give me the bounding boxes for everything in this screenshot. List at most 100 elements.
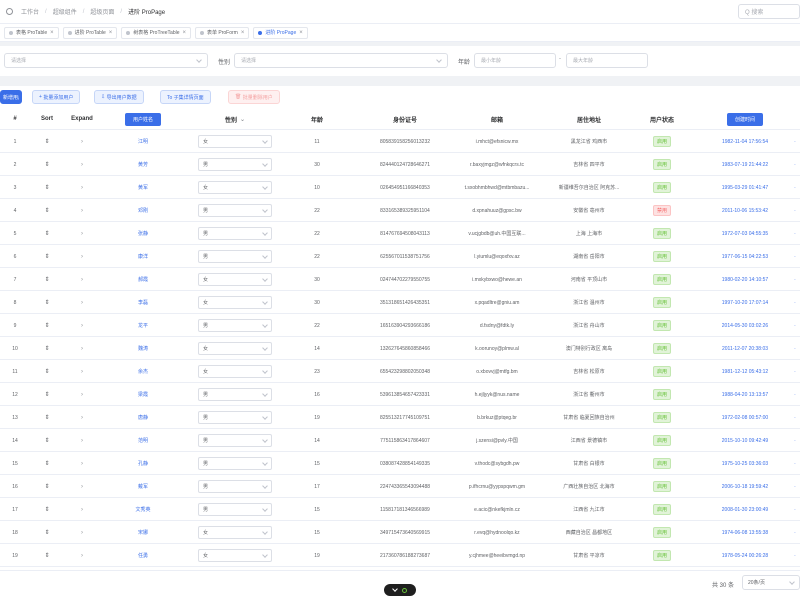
- cell-gender[interactable]: 男: [190, 383, 280, 406]
- expand-icon[interactable]: ›: [64, 337, 100, 360]
- gender-select[interactable]: 男: [198, 480, 272, 493]
- cell-gender[interactable]: 男: [190, 475, 280, 498]
- cell-username[interactable]: 郝霞: [118, 268, 168, 291]
- close-icon[interactable]: ×: [50, 30, 54, 36]
- cell-gender[interactable]: 男: [190, 498, 280, 521]
- cell-username[interactable]: 李磊: [118, 291, 168, 314]
- cell-username[interactable]: 任勇: [118, 544, 168, 567]
- batch-delete-button[interactable]: 🗑 批量删除用户: [228, 90, 280, 104]
- cell-username[interactable]: 康洋: [118, 245, 168, 268]
- gender-select[interactable]: 女: [198, 342, 272, 355]
- header-created-button[interactable]: 创建时间: [726, 112, 763, 126]
- breadcrumb-item[interactable]: 工作台: [21, 7, 39, 16]
- filter-select-1[interactable]: 请选择: [4, 53, 208, 68]
- cell-gender[interactable]: 女: [190, 268, 280, 291]
- cell-gender[interactable]: 女: [190, 521, 280, 544]
- cell-username[interactable]: 孔静: [118, 452, 168, 475]
- breadcrumb-item[interactable]: 超级页面: [90, 7, 114, 16]
- drag-handle-icon[interactable]: ⇕: [32, 406, 62, 429]
- global-search-input[interactable]: Q 搜索: [738, 4, 800, 19]
- cell-username[interactable]: 唐静: [118, 406, 168, 429]
- cell-gender[interactable]: 男: [190, 199, 280, 222]
- expand-icon[interactable]: ›: [64, 153, 100, 176]
- row-action-link[interactable]: ·: [790, 337, 800, 360]
- batch-add-users-button[interactable]: + 批量添加用户: [32, 90, 81, 104]
- gender-select[interactable]: 女: [198, 549, 272, 562]
- header-username[interactable]: 用户姓名: [118, 108, 168, 130]
- expand-icon[interactable]: ›: [64, 406, 100, 429]
- row-action-link[interactable]: ·: [790, 521, 800, 544]
- row-action-link[interactable]: ·: [790, 130, 800, 153]
- gender-select[interactable]: 男: [198, 503, 272, 516]
- drag-handle-icon[interactable]: ⇕: [32, 314, 62, 337]
- drag-handle-icon[interactable]: ⇕: [32, 383, 62, 406]
- row-action-link[interactable]: ·: [790, 199, 800, 222]
- gender-select[interactable]: 女: [198, 181, 272, 194]
- expand-icon[interactable]: ›: [64, 176, 100, 199]
- cell-gender[interactable]: 男: [190, 314, 280, 337]
- gender-select[interactable]: 女: [198, 135, 272, 148]
- close-icon[interactable]: ×: [109, 30, 113, 36]
- expand-icon[interactable]: ›: [64, 130, 100, 153]
- cell-username[interactable]: 江明: [118, 130, 168, 153]
- row-action-link[interactable]: ·: [790, 314, 800, 337]
- header-gender[interactable]: 性别 ⌄: [190, 108, 280, 130]
- row-action-link[interactable]: ·: [790, 268, 800, 291]
- gender-select[interactable]: 女: [198, 296, 272, 309]
- expand-icon[interactable]: ›: [64, 199, 100, 222]
- expand-icon[interactable]: ›: [64, 475, 100, 498]
- row-action-link[interactable]: ·: [790, 452, 800, 475]
- cell-username[interactable]: 张静: [118, 222, 168, 245]
- drag-handle-icon[interactable]: ⇕: [32, 360, 62, 383]
- gender-select[interactable]: 男: [198, 227, 272, 240]
- expand-icon[interactable]: ›: [64, 291, 100, 314]
- row-action-link[interactable]: ·: [790, 153, 800, 176]
- cell-username[interactable]: 戴军: [118, 475, 168, 498]
- row-action-link[interactable]: ·: [790, 475, 800, 498]
- drag-handle-icon[interactable]: ⇕: [32, 521, 62, 544]
- gender-select[interactable]: 男: [198, 204, 272, 217]
- drag-handle-icon[interactable]: ⇕: [32, 337, 62, 360]
- filter-icon[interactable]: ⌄: [240, 116, 245, 123]
- tab-propage[interactable]: 进阶 ProPage ×: [253, 26, 308, 39]
- tab-protreetable[interactable]: 树表格 ProTreeTable ×: [121, 26, 192, 39]
- gender-select[interactable]: 男: [198, 457, 272, 470]
- age-max-input[interactable]: 最大年龄: [566, 53, 648, 68]
- expand-icon[interactable]: ›: [64, 245, 100, 268]
- row-action-link[interactable]: ·: [790, 383, 800, 406]
- drag-handle-icon[interactable]: ⇕: [32, 498, 62, 521]
- gender-select[interactable]: 男: [198, 158, 272, 171]
- cell-username[interactable]: 邓刚: [118, 199, 168, 222]
- expand-icon[interactable]: ›: [64, 314, 100, 337]
- cell-username[interactable]: 魏涛: [118, 337, 168, 360]
- to-detail-page-button[interactable]: To 子集详情页面: [160, 90, 211, 104]
- row-action-link[interactable]: ·: [790, 360, 800, 383]
- expand-icon[interactable]: ›: [64, 544, 100, 567]
- row-action-link[interactable]: ·: [790, 544, 800, 567]
- cell-gender[interactable]: 女: [190, 544, 280, 567]
- drag-handle-icon[interactable]: ⇕: [32, 130, 62, 153]
- header-created[interactable]: 创建时间: [708, 108, 782, 130]
- drag-handle-icon[interactable]: ⇕: [32, 268, 62, 291]
- cell-gender[interactable]: 女: [190, 360, 280, 383]
- cell-gender[interactable]: 女: [190, 130, 280, 153]
- cell-gender[interactable]: 男: [190, 222, 280, 245]
- gender-select[interactable]: 男: [198, 319, 272, 332]
- gender-select[interactable]: 男: [198, 411, 272, 424]
- cell-username[interactable]: 范明: [118, 429, 168, 452]
- gender-select[interactable]: 男: [198, 388, 272, 401]
- cell-gender[interactable]: 男: [190, 245, 280, 268]
- row-action-link[interactable]: ·: [790, 406, 800, 429]
- cell-gender[interactable]: 女: [190, 291, 280, 314]
- expand-icon[interactable]: ›: [64, 452, 100, 475]
- row-action-link[interactable]: ·: [790, 176, 800, 199]
- gender-select[interactable]: 女: [198, 273, 272, 286]
- close-icon[interactable]: ×: [299, 30, 303, 36]
- row-action-link[interactable]: ·: [790, 245, 800, 268]
- drag-handle-icon[interactable]: ⇕: [32, 153, 62, 176]
- export-users-button[interactable]: ⇩ 导出用户数据: [94, 90, 144, 104]
- floating-toggle[interactable]: [384, 584, 416, 596]
- close-icon[interactable]: ×: [183, 30, 187, 36]
- cell-username[interactable]: 黄军: [118, 176, 168, 199]
- drag-handle-icon[interactable]: ⇕: [32, 222, 62, 245]
